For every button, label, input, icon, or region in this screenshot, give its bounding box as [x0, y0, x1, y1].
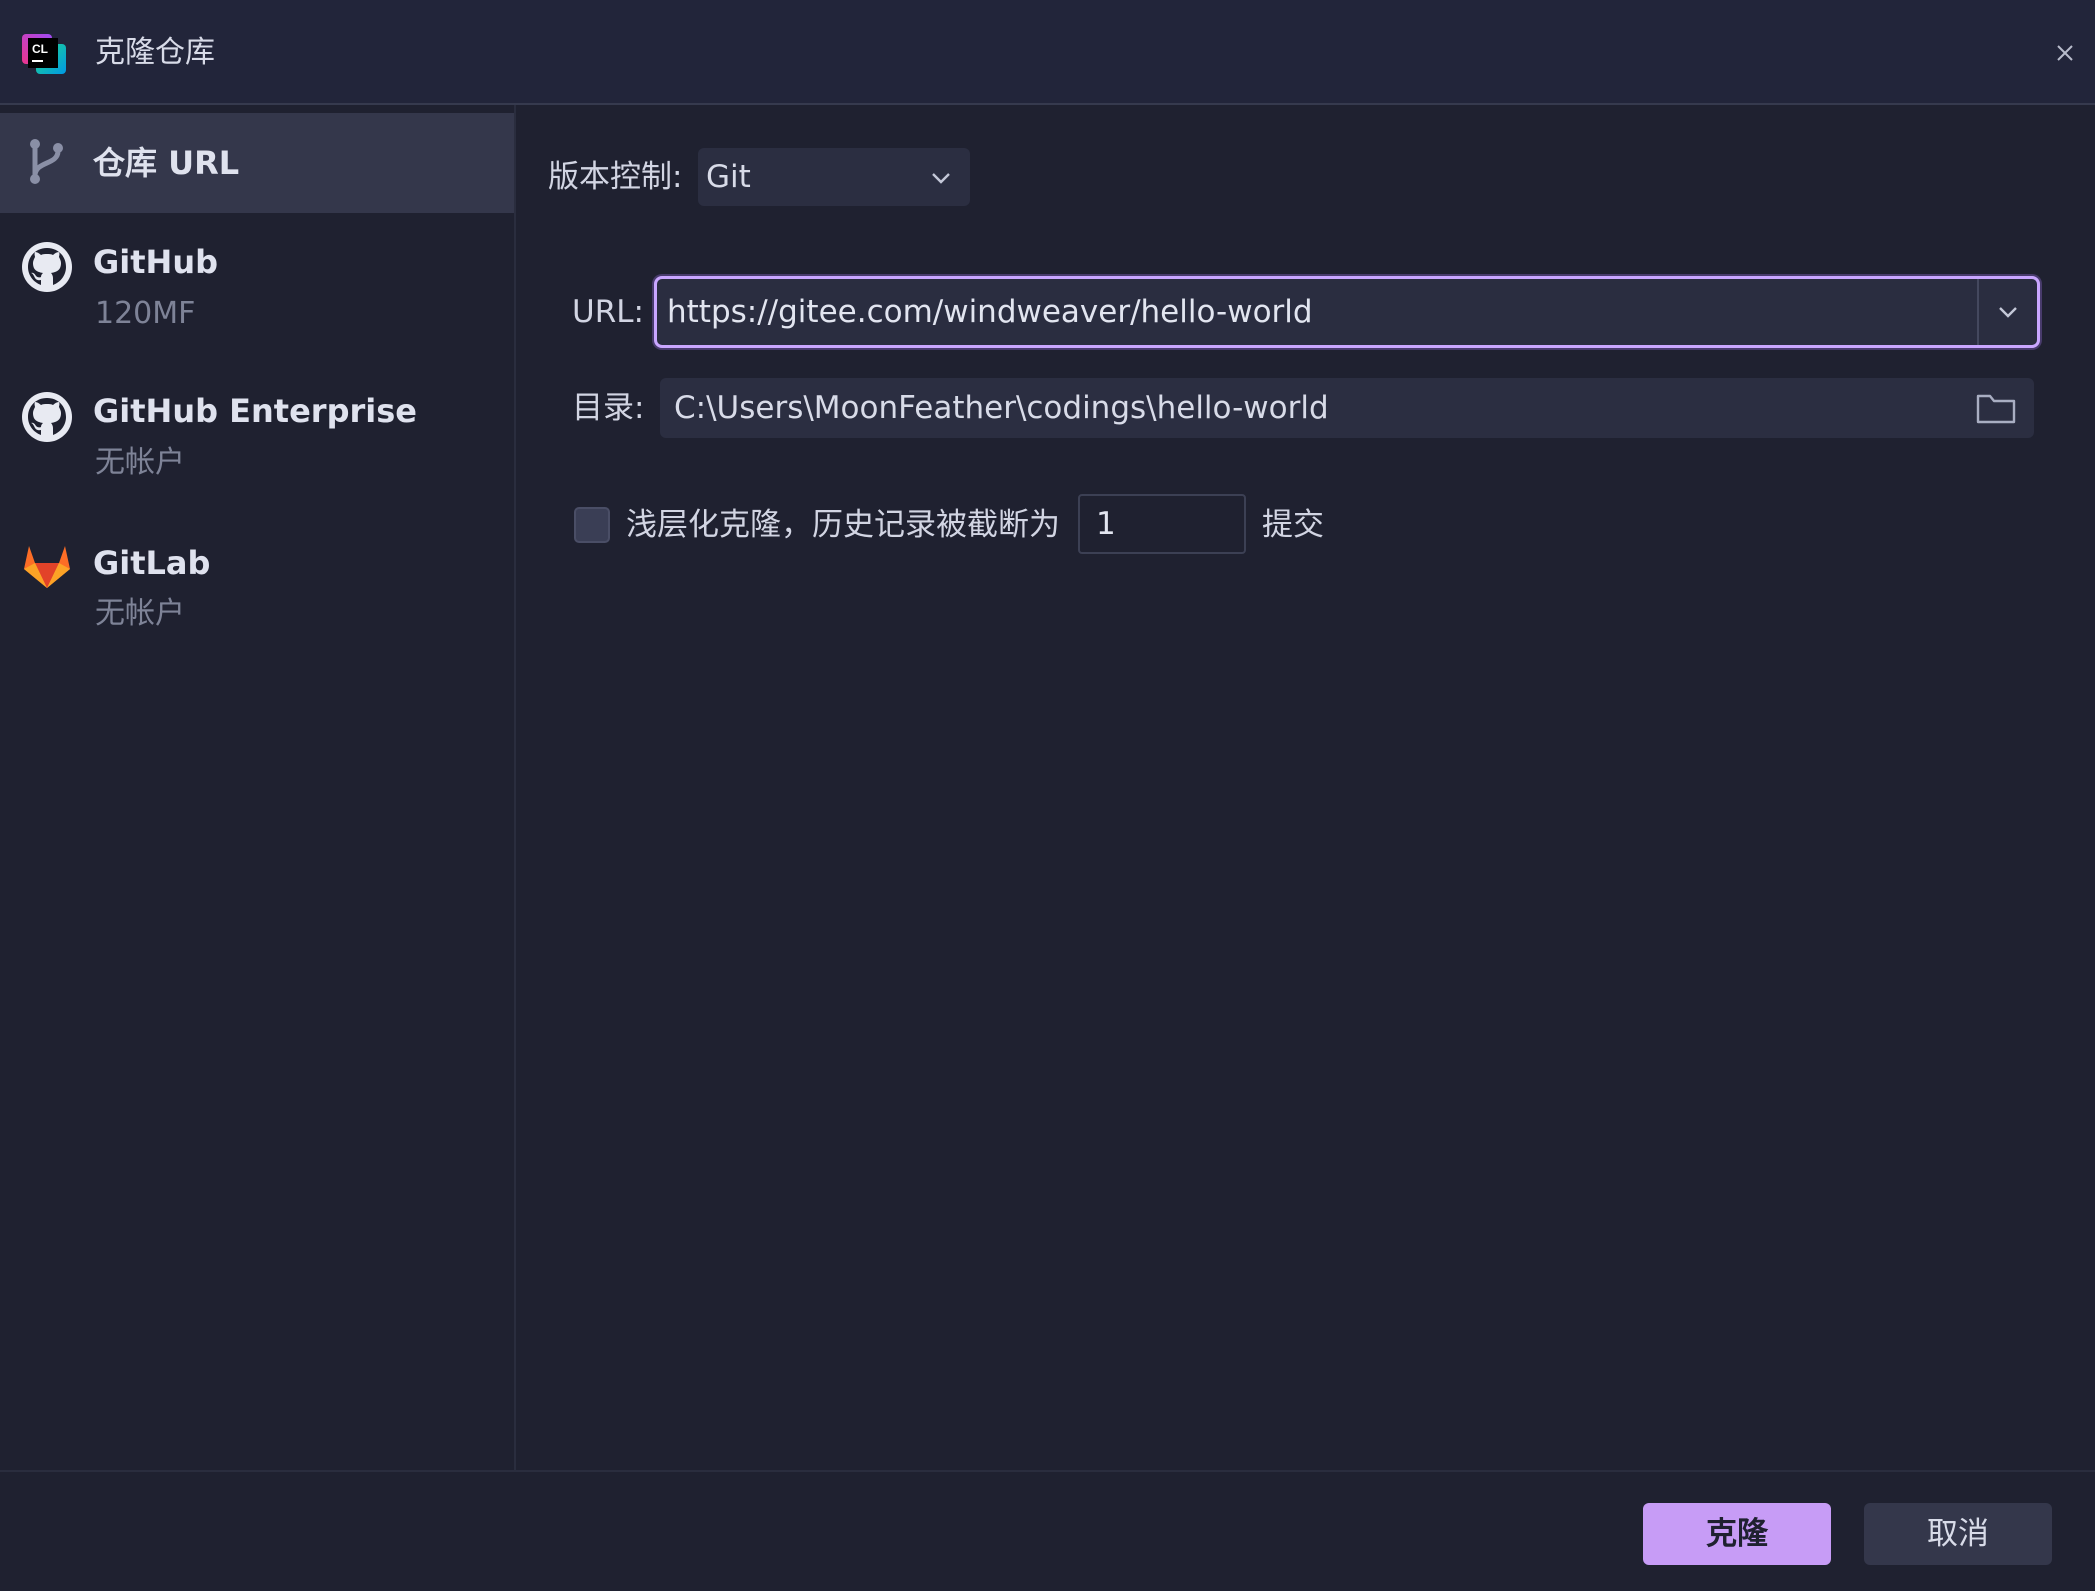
- vcs-label: 版本控制:: [548, 159, 683, 195]
- sidebar-item-github[interactable]: GitHub 120MF: [0, 230, 514, 360]
- shallow-clone-label: 浅层化克隆，历史记录被截断为: [626, 507, 1060, 543]
- sidebar-item-repository-url[interactable]: 仓库 URL: [0, 113, 514, 213]
- shallow-clone-checkbox[interactable]: [574, 507, 610, 543]
- url-label: URL:: [572, 294, 644, 330]
- shallow-depth-input[interactable]: [1078, 494, 1246, 554]
- github-icon: [22, 392, 72, 442]
- url-field: [654, 276, 2040, 348]
- shallow-clone-suffix: 提交: [1262, 507, 1324, 543]
- directory-field: [660, 378, 2034, 438]
- url-input[interactable]: [667, 289, 1967, 335]
- clone-repository-dialog: CL 克隆仓库 仓库 URL GitHub 120MF GitHub Enter…: [0, 0, 2095, 1591]
- sidebar-item-label: GitLab: [93, 544, 211, 582]
- sidebar-item-label: GitHub: [93, 243, 218, 281]
- sidebar-item-account: 无帐户: [95, 596, 185, 631]
- sidebar-item-gitlab[interactable]: GitLab 无帐户: [0, 530, 514, 660]
- source-sidebar: 仓库 URL GitHub 120MF GitHub Enterprise 无帐…: [0, 105, 516, 1470]
- close-icon[interactable]: [2050, 38, 2080, 68]
- directory-input[interactable]: [674, 385, 1954, 431]
- title-bar: CL 克隆仓库: [0, 0, 2095, 105]
- dialog-footer: 克隆 取消: [0, 1470, 2095, 1591]
- cancel-button[interactable]: 取消: [1864, 1503, 2052, 1565]
- vcs-select-value: Git: [706, 159, 751, 195]
- github-icon: [22, 242, 72, 292]
- chevron-down-icon: [932, 173, 950, 184]
- sidebar-item-account: 无帐户: [95, 445, 185, 480]
- svg-text:CL: CL: [32, 42, 48, 56]
- folder-icon[interactable]: [1974, 388, 2018, 428]
- sidebar-item-label: 仓库 URL: [93, 144, 240, 182]
- dialog-title: 克隆仓库: [95, 35, 215, 70]
- sidebar-item-account: 120MF: [95, 296, 196, 331]
- url-history-dropdown[interactable]: [1979, 279, 2037, 345]
- sidebar-item-label: GitHub Enterprise: [93, 392, 417, 430]
- clone-button[interactable]: 克隆: [1643, 1503, 1831, 1565]
- vcs-select[interactable]: Git: [698, 148, 970, 206]
- gitlab-icon: [24, 546, 70, 588]
- sidebar-item-github-enterprise[interactable]: GitHub Enterprise 无帐户: [0, 380, 514, 510]
- directory-label: 目录:: [572, 390, 645, 426]
- vcs-branch-icon: [30, 139, 63, 184]
- chevron-down-icon: [1999, 307, 2017, 318]
- clion-logo-icon: CL: [22, 34, 66, 74]
